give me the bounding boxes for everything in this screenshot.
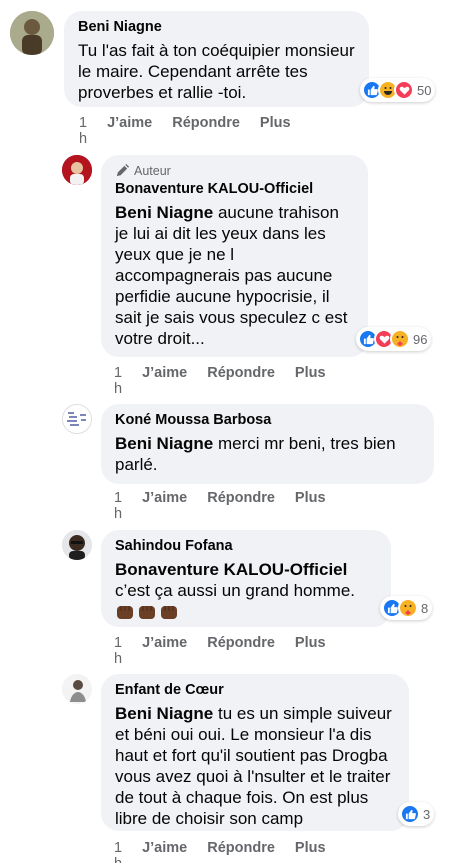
reactions-summary[interactable]: 8 [380, 596, 433, 620]
like-button[interactable]: J’aime [142, 490, 187, 522]
comment-body: c’est ça aussi un grand homme. [115, 581, 356, 601]
comment-timestamp[interactable]: 1 h [79, 115, 87, 147]
comment-bubble: Beni Niagne Tu l'as fait à ton coéquipie… [64, 11, 369, 107]
like-button[interactable]: J’aime [142, 365, 187, 397]
mention-link[interactable]: Beni Niagne [115, 203, 213, 222]
more-button[interactable]: Plus [295, 365, 326, 397]
raised-fist-icon [139, 606, 155, 620]
comment-timestamp[interactable]: 1 h [114, 635, 122, 667]
comment-actions: 1 h J’aime Répondre Plus [114, 365, 346, 397]
reactions-summary[interactable]: 50 [360, 78, 436, 102]
love-reaction-icon [394, 80, 414, 100]
avatar[interactable] [62, 530, 92, 560]
like-button[interactable]: J’aime [107, 115, 152, 147]
emoji-row [115, 603, 377, 621]
user-avatar-icon [62, 530, 92, 560]
comment-actions: 1 h J’aime Répondre Plus [114, 635, 346, 667]
care-reaction-icon [398, 598, 418, 618]
reply-button[interactable]: Répondre [207, 490, 275, 522]
mention-link[interactable]: Beni Niagne [115, 434, 213, 453]
user-avatar-icon [63, 405, 91, 433]
like-button[interactable]: J’aime [142, 840, 187, 863]
reply-button[interactable]: Répondre [207, 635, 275, 667]
user-avatar-icon [62, 155, 92, 185]
comment-text: Bonaventure KALOU-Officiel c’est ça auss… [115, 559, 377, 621]
mention-link[interactable]: Bonaventure KALOU-Officiel [115, 559, 377, 580]
reply-button[interactable]: Répondre [172, 115, 240, 147]
reactions-summary[interactable]: 3 [398, 802, 435, 826]
comment-bubble: Sahindou Fofana Bonaventure KALOU-Offici… [101, 530, 391, 627]
more-button[interactable]: Plus [295, 490, 326, 522]
comment-author[interactable]: Bonaventure KALOU-Officiel [115, 181, 354, 198]
comment-text: Tu l'as fait à ton coéquipier monsieur l… [78, 41, 355, 103]
author-badge-label: Auteur [134, 163, 171, 178]
comment-actions: 1 h J’aime Répondre Plus [114, 490, 346, 522]
comment-text: Beni Niagne aucune trahison je lui ai di… [115, 202, 354, 349]
reaction-count: 3 [423, 806, 431, 822]
avatar[interactable] [10, 11, 54, 55]
user-avatar-icon [62, 674, 92, 704]
comment-author[interactable]: Koné Moussa Barbosa [115, 412, 420, 429]
mention-link[interactable]: Beni Niagne [115, 704, 213, 723]
comment-text: Beni Niagne tu es un simple suiveur et b… [115, 703, 395, 829]
comment-bubble: Auteur Bonaventure KALOU-Officiel Beni N… [101, 155, 368, 357]
avatar[interactable] [62, 155, 92, 185]
comment-bubble: Koné Moussa Barbosa Beni Niagne merci mr… [101, 404, 434, 484]
more-button[interactable]: Plus [295, 635, 326, 667]
comment-actions: 1 h J’aime Répondre Plus [79, 115, 311, 147]
avatar[interactable] [62, 404, 92, 434]
comment-author[interactable]: Sahindou Fofana [115, 538, 377, 555]
comment-author[interactable]: Beni Niagne [78, 19, 355, 36]
reaction-count: 50 [417, 82, 432, 98]
comment-body: aucune trahison je lui ai dit les yeux d… [115, 203, 348, 349]
reaction-count: 96 [413, 331, 428, 347]
user-avatar-icon [10, 11, 54, 55]
reaction-count: 8 [421, 600, 429, 616]
like-button[interactable]: J’aime [142, 635, 187, 667]
care-reaction-icon [390, 329, 410, 349]
like-reaction-icon [400, 804, 420, 824]
reply-button[interactable]: Répondre [207, 365, 275, 397]
comment-timestamp[interactable]: 1 h [114, 840, 122, 863]
reply-button[interactable]: Répondre [207, 840, 275, 863]
comment-author[interactable]: Enfant de Cœur [115, 682, 395, 699]
comment-bubble: Enfant de Cœur Beni Niagne tu es un simp… [101, 674, 409, 831]
comment-text: Beni Niagne merci mr beni, tres bien par… [115, 433, 420, 475]
author-badge: Auteur [115, 163, 354, 178]
reactions-summary[interactable]: 96 [356, 327, 432, 351]
more-button[interactable]: Plus [260, 115, 291, 147]
comment-actions: 1 h J’aime Répondre Plus [114, 840, 346, 863]
pen-icon [116, 163, 130, 177]
raised-fist-icon [161, 606, 177, 620]
raised-fist-icon [117, 606, 133, 620]
avatar[interactable] [62, 674, 92, 704]
comment-timestamp[interactable]: 1 h [114, 365, 122, 397]
more-button[interactable]: Plus [295, 840, 326, 863]
comment-timestamp[interactable]: 1 h [114, 490, 122, 522]
